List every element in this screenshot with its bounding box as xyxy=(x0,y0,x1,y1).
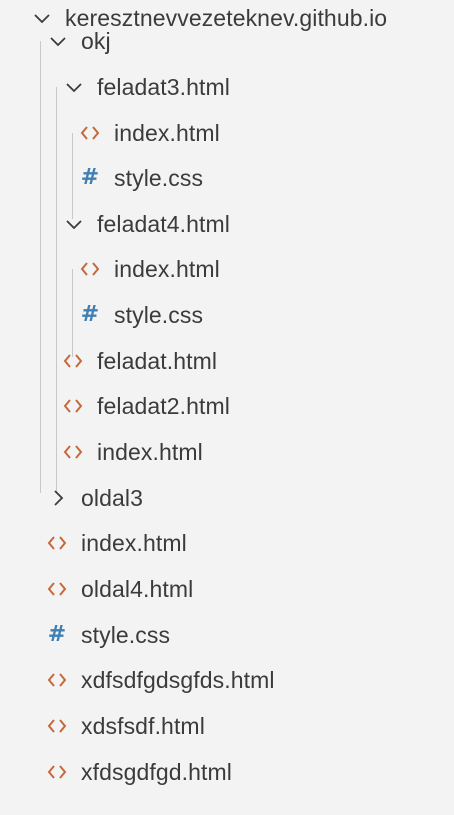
tree-item-label: oldal4.html xyxy=(81,575,194,602)
tree-file-item[interactable]: oldal4.html xyxy=(0,566,454,612)
chevron-down-icon xyxy=(47,30,69,52)
tree-item-label: index.html xyxy=(114,119,220,146)
tree-item-label: style.css xyxy=(114,301,204,328)
tree-folder-item[interactable]: okj xyxy=(0,18,454,64)
tree-item-label: index.html xyxy=(114,255,220,282)
tree-file-item[interactable]: xfdsgdfgd.html xyxy=(0,749,454,795)
html-file-icon xyxy=(46,761,68,783)
tree-item-label: style.css xyxy=(81,621,171,648)
html-file-icon xyxy=(62,350,84,372)
tree-item-label: index.html xyxy=(97,438,203,465)
html-file-icon xyxy=(46,715,68,737)
chevron-down-icon xyxy=(63,76,85,98)
tree-item-label: feladat.html xyxy=(97,347,218,374)
tree-item-label: xdsfsdf.html xyxy=(81,712,205,739)
tree-item-label: xdfsdfgdsgfds.html xyxy=(81,666,275,693)
tree-item-label: okj xyxy=(81,27,111,54)
html-file-icon xyxy=(62,395,84,417)
tree-item-label: feladat3.html xyxy=(97,73,230,100)
tree-file-item[interactable]: # style.css xyxy=(0,612,454,658)
chevron-right-icon xyxy=(47,487,69,509)
html-file-icon xyxy=(46,532,68,554)
tree-file-item[interactable]: # style.css xyxy=(0,155,454,201)
tree-folder-item[interactable]: feladat4.html xyxy=(0,201,454,247)
tree-file-item[interactable]: index.html xyxy=(0,110,454,156)
html-file-icon xyxy=(79,258,101,280)
tree-item-label: feladat2.html xyxy=(97,392,230,419)
css-file-icon: # xyxy=(80,165,100,190)
tree-file-item[interactable]: feladat.html xyxy=(0,338,454,384)
chevron-down-icon xyxy=(63,213,85,235)
file-explorer-tree: keresztnevvezeteknev.github.io okj felada… xyxy=(0,0,454,815)
tree-folder-item[interactable]: oldal3 xyxy=(0,475,454,521)
html-file-icon xyxy=(46,578,68,600)
html-file-icon xyxy=(46,669,68,691)
tree-item-label: oldal3 xyxy=(81,484,143,511)
tree-file-item[interactable]: index.html xyxy=(0,520,454,566)
tree-item-label: style.css xyxy=(114,164,204,191)
tree-folder-item[interactable]: feladat3.html xyxy=(0,64,454,110)
tree-file-item[interactable]: index.html xyxy=(0,429,454,475)
tree-file-item[interactable]: index.html xyxy=(0,246,454,292)
html-file-icon xyxy=(79,122,101,144)
tree-item-label: xfdsgdfgd.html xyxy=(81,758,232,785)
css-file-icon: # xyxy=(47,622,67,647)
tree-file-item[interactable]: xdsfsdf.html xyxy=(0,703,454,749)
css-file-icon: # xyxy=(80,302,100,327)
tree-file-item[interactable]: # style.css xyxy=(0,292,454,338)
tree-file-item[interactable]: xdfsdfgdsgfds.html xyxy=(0,657,454,703)
tree-item-label: index.html xyxy=(81,529,187,556)
tree-item-label: feladat4.html xyxy=(97,210,230,237)
tree-file-item[interactable]: feladat2.html xyxy=(0,383,454,429)
html-file-icon xyxy=(62,441,84,463)
